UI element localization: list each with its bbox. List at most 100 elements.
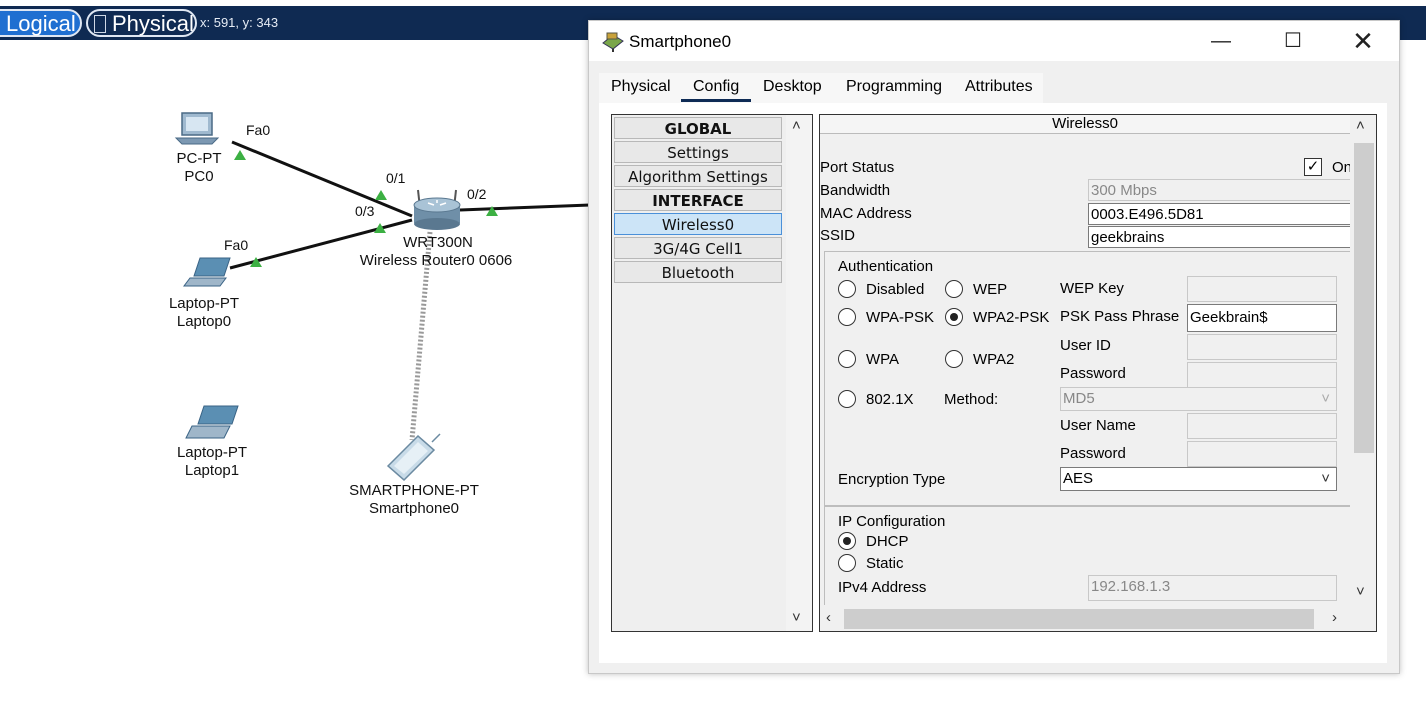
window-title: Smartphone0	[629, 32, 732, 51]
tab-attributes[interactable]: Attributes	[965, 73, 1033, 101]
active-tab-indicator	[681, 99, 751, 102]
method-value: MD5	[1063, 390, 1095, 407]
tab-physical[interactable]: Physical	[611, 73, 671, 101]
pane-vertical-scrollbar[interactable]: ˄ ˅	[1350, 115, 1376, 605]
bandwidth-field: 300 Mbps	[1088, 179, 1358, 201]
router-type-label: WRT300N	[403, 234, 473, 251]
sidebar-header-interface: INTERFACE	[614, 189, 782, 211]
port-label: 0/1	[386, 170, 406, 186]
mac-address-field[interactable]: 0003.E496.5D81	[1088, 203, 1358, 225]
user-name-label: User Name	[1060, 417, 1136, 434]
router-name-label: Wireless Router0 0606	[359, 252, 513, 269]
chevron-down-icon[interactable]: ˅	[1356, 583, 1365, 600]
radio-disabled[interactable]	[838, 280, 856, 298]
port-label: Fa0	[246, 122, 271, 138]
chevron-left-icon[interactable]: ‹	[826, 609, 831, 626]
interface-title: Wireless0	[820, 115, 1350, 134]
laptop0-name-label: Laptop0	[176, 313, 232, 330]
config-sidebar: GLOBAL Settings Algorithm Settings INTER…	[611, 114, 813, 632]
radio-wpa-psk[interactable]	[838, 308, 856, 326]
smartphone-icon[interactable]	[386, 433, 441, 482]
sidebar-item-settings[interactable]: Settings	[614, 141, 782, 163]
mac-address-label: MAC Address	[820, 205, 912, 222]
bandwidth-label: Bandwidth	[820, 182, 891, 199]
authentication-title: Authentication	[838, 258, 934, 275]
wep-key-field	[1187, 276, 1337, 302]
radio-wep-label: WEP	[973, 281, 1008, 298]
link-status-router-01	[375, 190, 387, 200]
psk-pass-phrase-label: PSK Pass Phrase	[1060, 308, 1180, 325]
maximize-button[interactable]: ☐	[1271, 27, 1315, 55]
scrollbar-thumb[interactable]	[844, 609, 1314, 629]
laptop-icon[interactable]	[183, 257, 231, 287]
chevron-up-icon[interactable]: ˄	[792, 117, 801, 134]
radio-disabled-label: Disabled	[866, 281, 925, 298]
radio-wpa-psk-label: WPA-PSK	[866, 309, 935, 326]
tab-programming[interactable]: Programming	[846, 73, 942, 101]
laptop0-type-label: Laptop-PT	[168, 295, 240, 312]
ipv4-address-label: IPv4 Address	[838, 579, 927, 596]
sidebar-item-cell1[interactable]: 3G/4G Cell1	[614, 237, 782, 259]
minimize-button[interactable]: —	[1199, 27, 1243, 55]
radio-wpa2-psk[interactable]	[945, 308, 963, 326]
radio-wpa-label: WPA	[866, 351, 900, 368]
smartphone-name-label: Smartphone0	[368, 500, 460, 517]
radio-wpa[interactable]	[838, 350, 856, 368]
close-button[interactable]: ✕	[1341, 27, 1385, 55]
cursor-coordinates: x: 591, y: 343	[200, 15, 279, 30]
radio-static[interactable]	[838, 554, 856, 572]
pane-horizontal-scrollbar[interactable]: ‹ ›	[820, 605, 1376, 631]
physical-view-button[interactable]: Physical	[86, 9, 197, 37]
chevron-right-icon[interactable]: ›	[1332, 609, 1337, 626]
link-router-external[interactable]	[459, 203, 591, 212]
radio-wpa2[interactable]	[945, 350, 963, 368]
window-titlebar[interactable]: Smartphone0 — ☐ ✕	[589, 21, 1399, 61]
pc-icon[interactable]	[174, 112, 220, 145]
port-status-checkbox[interactable]: ✓	[1304, 158, 1322, 176]
ssid-field[interactable]: geekbrains	[1088, 226, 1358, 248]
scrollbar-thumb[interactable]	[1354, 143, 1374, 453]
laptop1-type-label: Laptop-PT	[176, 444, 248, 461]
physical-label: Physical	[112, 11, 194, 36]
user-name-field	[1187, 413, 1337, 439]
chevron-down-icon[interactable]: ˅	[792, 609, 801, 626]
wep-key-label: WEP Key	[1060, 280, 1124, 297]
radio-wep[interactable]	[945, 280, 963, 298]
chevron-down-icon: ˅	[1321, 470, 1330, 487]
link-pc0-router[interactable]	[231, 140, 413, 218]
password-label: Password	[1060, 365, 1126, 382]
psk-pass-phrase-field[interactable]: Geekbrain$	[1187, 304, 1337, 332]
sidebar-item-bluetooth[interactable]: Bluetooth	[614, 261, 782, 283]
radio-dhcp[interactable]	[838, 532, 856, 550]
chevron-down-icon: ˅	[1321, 390, 1330, 407]
logical-label: Logical	[6, 11, 76, 36]
sidebar-item-algorithm-settings[interactable]: Algorithm Settings	[614, 165, 782, 187]
port-label: Fa0	[224, 237, 249, 253]
ssid-label: SSID	[820, 227, 856, 244]
radio-static-label: Static	[866, 555, 904, 572]
method-label: Method:	[944, 391, 999, 408]
topology-canvas	[174, 112, 591, 482]
password-field	[1187, 362, 1337, 388]
ip-configuration-title: IP Configuration	[838, 513, 946, 530]
app-icon	[602, 32, 624, 52]
smartphone-type-label: SMARTPHONE-PT	[349, 482, 479, 499]
encryption-type-label: Encryption Type	[838, 471, 946, 488]
logical-view-button[interactable]: Logical	[0, 9, 82, 37]
chevron-up-icon[interactable]: ˄	[1356, 117, 1365, 134]
link-status-pc0	[234, 150, 246, 160]
pc0-type-label: PC-PT	[176, 150, 222, 167]
sidebar-header-global: GLOBAL	[614, 117, 782, 139]
laptop-icon[interactable]	[185, 405, 239, 439]
tab-config[interactable]: Config	[693, 73, 739, 101]
router-icon[interactable]	[413, 189, 461, 230]
ipv4-address-field: 192.168.1.3	[1088, 575, 1337, 601]
method-select: MD5 ˅	[1060, 387, 1337, 411]
sidebar-scrollbar[interactable]: ˄ ˅	[786, 115, 812, 631]
radio-8021x[interactable]	[838, 390, 856, 408]
user-id-label: User ID	[1060, 337, 1111, 354]
sidebar-item-wireless0[interactable]: Wireless0	[614, 213, 782, 235]
password2-field	[1187, 441, 1337, 467]
encryption-type-select[interactable]: AES ˅	[1060, 467, 1337, 491]
tab-desktop[interactable]: Desktop	[763, 73, 822, 101]
